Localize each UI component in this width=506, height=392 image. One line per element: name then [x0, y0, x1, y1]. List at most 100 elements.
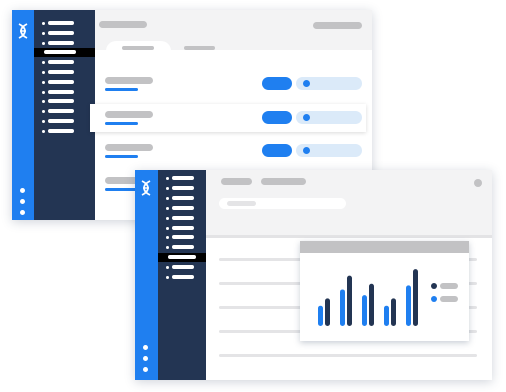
tab-inactive-label[interactable]	[184, 46, 215, 50]
sidebar-item-label	[48, 79, 74, 84]
content-line	[219, 354, 477, 357]
dot-icon[interactable]	[143, 367, 148, 372]
dot-icon	[166, 276, 169, 279]
sidebar-item-label	[172, 275, 194, 279]
sidebar-item-label	[172, 245, 194, 250]
toggle-knob	[303, 114, 310, 121]
sidebar-item[interactable]	[34, 39, 95, 48]
sidebar-item[interactable]	[158, 243, 206, 252]
page-title-placeholder	[221, 178, 252, 185]
sidebar-item[interactable]	[34, 48, 95, 58]
sidebar-item[interactable]	[158, 263, 206, 272]
sidebar-item[interactable]	[158, 174, 206, 183]
chart-bar	[391, 298, 396, 326]
sidebar-nav	[158, 170, 206, 380]
chart-bar	[318, 305, 323, 326]
sidebar-item[interactable]	[158, 273, 206, 282]
sidebar-item-label	[48, 99, 74, 104]
sidebar-item[interactable]	[34, 29, 95, 38]
list-item-underline	[105, 155, 138, 158]
chart-bar	[362, 295, 367, 326]
sidebar-item[interactable]	[158, 204, 206, 213]
dot-icon	[166, 226, 169, 230]
dna-helix-icon	[141, 180, 151, 196]
sidebar-item[interactable]	[34, 78, 95, 87]
sidebar-item[interactable]	[158, 233, 206, 242]
sidebar-item-label	[172, 205, 194, 210]
sidebar-item[interactable]	[158, 184, 206, 193]
dot-icon	[166, 186, 169, 190]
brand-rail	[12, 10, 34, 220]
list-item-underline	[105, 188, 138, 191]
dot-icon[interactable]	[20, 188, 25, 193]
status-pill[interactable]	[262, 111, 292, 124]
sidebar-item-label	[44, 50, 76, 55]
sidebar-item-label	[48, 30, 74, 35]
sidebar-item-label	[172, 235, 194, 240]
dot-icon	[42, 120, 45, 123]
toggle-knob	[303, 80, 310, 87]
sidebar-item-label	[168, 255, 196, 260]
sidebar-item[interactable]	[34, 68, 95, 77]
dot-icon	[166, 206, 169, 210]
status-pill[interactable]	[262, 77, 292, 90]
list-item[interactable]	[95, 70, 365, 98]
dot-icon	[42, 71, 45, 74]
brand-rail	[135, 170, 158, 380]
sidebar-item-label	[48, 119, 74, 123]
dot-icon	[42, 129, 45, 133]
settings-dot-icon[interactable]	[474, 179, 482, 187]
toggle-switch[interactable]	[296, 144, 362, 157]
list-item-title	[105, 77, 153, 84]
legend-swatch	[431, 296, 437, 302]
toggle-switch[interactable]	[296, 77, 362, 90]
chart-bar	[406, 285, 411, 326]
sidebar-item[interactable]	[34, 88, 95, 97]
toggle-switch[interactable]	[296, 111, 362, 124]
sidebar-item-label	[48, 21, 74, 25]
list-item-title	[105, 144, 153, 151]
sidebar-item[interactable]	[34, 127, 95, 136]
toggle-knob	[303, 147, 310, 154]
sidebar-item[interactable]	[34, 107, 95, 116]
chart-bar	[384, 305, 389, 326]
dot-icon	[42, 80, 45, 84]
chart-bar	[347, 275, 352, 326]
legend-label	[440, 283, 458, 289]
dot-icon[interactable]	[143, 345, 148, 350]
chart-card	[300, 241, 469, 341]
sidebar-item-label	[48, 109, 74, 114]
sidebar-item[interactable]	[34, 117, 95, 126]
sidebar-item-label	[172, 225, 194, 230]
status-pill[interactable]	[262, 144, 292, 157]
sidebar-item[interactable]	[34, 97, 95, 106]
dot-icon[interactable]	[20, 210, 25, 215]
bar-chart	[318, 269, 458, 326]
dot-icon	[166, 236, 169, 240]
sidebar-item[interactable]	[158, 253, 206, 263]
dot-icon	[42, 90, 45, 94]
sidebar-item-label	[172, 185, 194, 190]
sidebar-item-label	[172, 176, 194, 180]
sidebar-item[interactable]	[34, 19, 95, 28]
list-item-underline	[105, 88, 138, 91]
dot-icon	[42, 31, 45, 35]
sidebar-item-label	[48, 70, 74, 74]
header-action-placeholder[interactable]	[313, 22, 362, 29]
list-item[interactable]	[90, 104, 366, 132]
dot-icon	[166, 246, 169, 250]
legend-label	[440, 296, 458, 302]
list-item[interactable]	[95, 137, 365, 165]
sidebar-item[interactable]	[34, 58, 95, 67]
sidebar-item[interactable]	[158, 194, 206, 203]
illustration-root: { "colors": { "brand_blue": "#1f7ff0", "…	[0, 0, 506, 392]
sidebar-item-label	[172, 265, 194, 270]
dot-icon	[166, 196, 169, 200]
page-subtitle-placeholder	[261, 178, 306, 185]
dot-icon[interactable]	[20, 199, 25, 204]
sidebar-item[interactable]	[158, 224, 206, 233]
dot-icon	[42, 41, 45, 45]
sidebar-item[interactable]	[158, 214, 206, 223]
dot-icon[interactable]	[143, 356, 148, 361]
sidebar-nav	[34, 10, 95, 220]
